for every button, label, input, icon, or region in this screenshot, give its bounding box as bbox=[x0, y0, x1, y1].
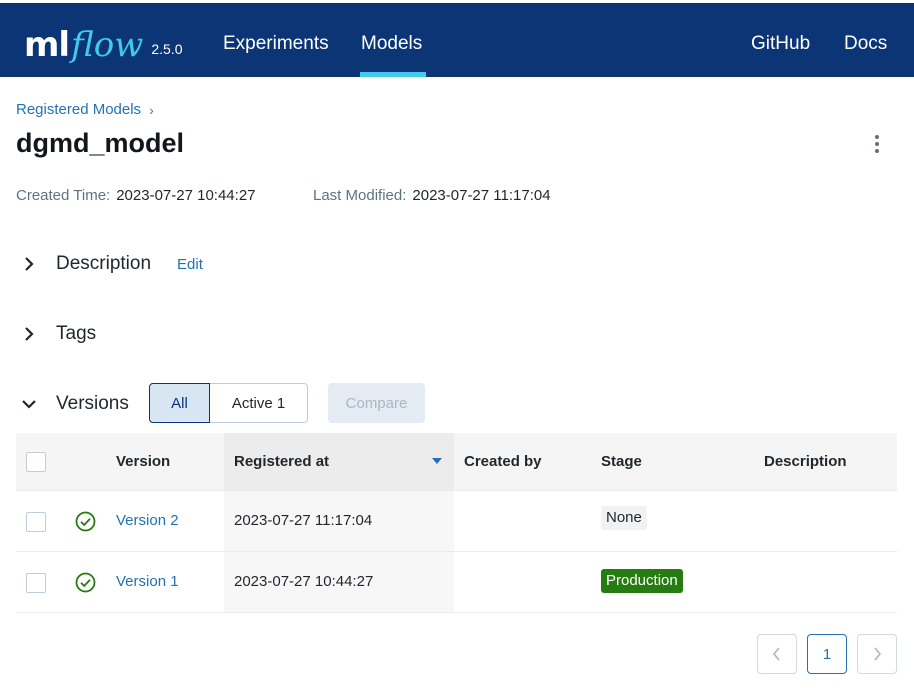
page-title: dgmd_model bbox=[16, 128, 185, 158]
pagination-next-button[interactable] bbox=[857, 634, 897, 674]
breadcrumb: Registered Models › bbox=[16, 101, 154, 118]
breadcrumb-registered-models[interactable]: Registered Models bbox=[16, 101, 141, 118]
registered-at-cell: 2023-07-27 10:44:27 bbox=[234, 573, 374, 590]
column-header-created-by[interactable]: Created by bbox=[464, 453, 542, 470]
created-time: Created Time: 2023-07-27 10:44:27 bbox=[16, 187, 256, 204]
column-header-description[interactable]: Description bbox=[764, 453, 847, 470]
chevron-left-icon bbox=[772, 647, 780, 661]
pagination-prev-button[interactable] bbox=[757, 634, 797, 674]
created-time-value: 2023-07-27 10:44:27 bbox=[116, 187, 256, 204]
pagination-page-1[interactable]: 1 bbox=[807, 634, 847, 674]
versions-table: Version Registered at Created by Stage D… bbox=[16, 433, 897, 613]
stage-badge-production: Production bbox=[601, 569, 683, 593]
nav-github[interactable]: GitHub bbox=[751, 33, 810, 55]
chevron-right-icon bbox=[874, 647, 882, 661]
chevron-right-icon[interactable] bbox=[16, 321, 42, 347]
last-modified-value: 2023-07-27 11:17:04 bbox=[412, 187, 551, 204]
description-section: Description Edit bbox=[16, 251, 203, 277]
check-circle-icon bbox=[75, 511, 96, 532]
tags-title[interactable]: Tags bbox=[56, 323, 96, 345]
chevron-right-icon[interactable] bbox=[16, 251, 42, 277]
check-circle-icon bbox=[75, 572, 96, 593]
created-time-label: Created Time: bbox=[16, 187, 111, 204]
logo-ml-text: ml bbox=[24, 25, 70, 65]
more-options-icon[interactable] bbox=[869, 133, 885, 155]
mlflow-version: 2.5.0 bbox=[151, 41, 183, 57]
row-checkbox[interactable] bbox=[26, 512, 46, 532]
column-header-stage[interactable]: Stage bbox=[601, 453, 642, 470]
column-header-registered-at[interactable]: Registered at bbox=[234, 453, 329, 470]
versions-section: Versions bbox=[16, 391, 129, 417]
nav-experiments[interactable]: Experiments bbox=[223, 33, 329, 55]
filter-active-button[interactable]: Active 1 bbox=[210, 384, 307, 422]
last-modified-label: Last Modified: bbox=[313, 187, 407, 204]
nav-active-indicator bbox=[360, 72, 426, 77]
nav-docs[interactable]: Docs bbox=[844, 33, 887, 55]
select-all-checkbox[interactable] bbox=[26, 452, 46, 472]
logo-flow-text: flow bbox=[71, 25, 144, 65]
edit-description-link[interactable]: Edit bbox=[177, 256, 203, 273]
table-header: Version Registered at Created by Stage D… bbox=[16, 433, 897, 491]
column-header-version[interactable]: Version bbox=[116, 453, 170, 470]
table-row: Version 1 2023-07-27 10:44:27 Production bbox=[16, 552, 897, 613]
description-title[interactable]: Description bbox=[56, 253, 151, 275]
table-row: Version 2 2023-07-27 11:17:04 None bbox=[16, 491, 897, 552]
tags-section: Tags bbox=[16, 321, 96, 347]
versions-title[interactable]: Versions bbox=[56, 393, 129, 415]
filter-all-button[interactable]: All bbox=[149, 383, 210, 423]
last-modified: Last Modified: 2023-07-27 11:17:04 bbox=[313, 187, 551, 204]
breadcrumb-separator: › bbox=[149, 101, 154, 118]
top-navbar: ml flow 2.5.0 Experiments Models GitHub D… bbox=[0, 0, 914, 77]
mlflow-logo[interactable]: ml flow 2.5.0 bbox=[24, 15, 182, 65]
stage-badge: None bbox=[601, 506, 647, 530]
version-link[interactable]: Version 2 bbox=[116, 512, 179, 529]
row-checkbox[interactable] bbox=[26, 573, 46, 593]
compare-button[interactable]: Compare bbox=[328, 383, 425, 423]
sort-descending-icon[interactable] bbox=[432, 458, 442, 464]
version-link[interactable]: Version 1 bbox=[116, 573, 179, 590]
version-filter-toggle: All Active 1 bbox=[149, 383, 308, 423]
chevron-down-icon[interactable] bbox=[16, 391, 42, 417]
nav-models[interactable]: Models bbox=[361, 33, 422, 55]
registered-at-cell: 2023-07-27 11:17:04 bbox=[234, 512, 373, 529]
